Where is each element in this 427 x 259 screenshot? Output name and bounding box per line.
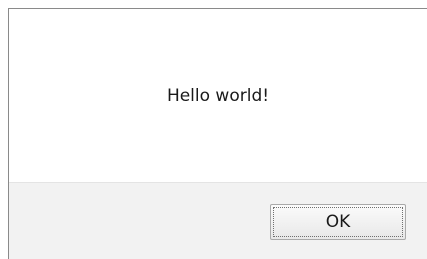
dialog-message: Hello world!: [166, 86, 270, 106]
dialog-body: Hello world!: [9, 9, 427, 182]
alert-dialog: Hello world! OK: [8, 8, 427, 259]
dialog-footer: OK: [9, 182, 427, 259]
ok-button[interactable]: OK: [270, 204, 406, 240]
